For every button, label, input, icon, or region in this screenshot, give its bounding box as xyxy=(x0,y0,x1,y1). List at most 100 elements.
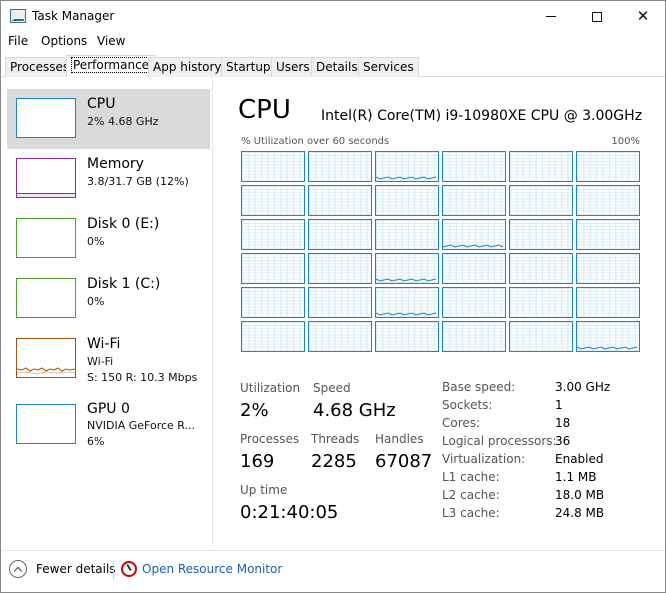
resource-detail-2: 6% xyxy=(87,435,105,448)
logical-processor-graph xyxy=(241,185,305,216)
logical-processor-graph xyxy=(241,321,305,352)
processor-activity-line xyxy=(376,312,437,316)
tab-services[interactable]: Services xyxy=(358,57,419,77)
disk-0-thumbnail-graph xyxy=(16,218,76,258)
logical-processor-graph xyxy=(308,321,372,352)
logical-processor-graph xyxy=(509,287,573,318)
utilization-graph-label: % Utilization over 60 seconds xyxy=(241,136,390,147)
logical-processor-graph xyxy=(509,219,573,250)
utilization-value: 2% xyxy=(240,400,269,421)
cpu-detail-panel: CPU Intel(R) Core(TM) i9-10980XE CPU @ 3… xyxy=(214,77,665,545)
processor-activity-line xyxy=(577,346,638,350)
logical-processor-graph xyxy=(576,219,640,250)
logical-processor-graph xyxy=(375,253,439,284)
footer-divider xyxy=(113,561,114,579)
handles-value: 67087 xyxy=(375,451,433,472)
menu-options[interactable]: Options xyxy=(41,34,87,48)
logical-processor-graph xyxy=(442,321,506,352)
gpu-thumbnail-graph xyxy=(16,404,76,444)
resource-wifi[interactable]: Wi-Fi Wi-Fi S: 150 R: 10.3 Mbps xyxy=(7,329,210,389)
utilization-graph-max: 100% xyxy=(611,136,640,147)
uptime-label: Up time xyxy=(240,483,288,497)
spec-label: Cores: xyxy=(442,416,481,430)
task-manager-window: Task Manager ✕ File Options View Process… xyxy=(0,0,666,593)
uptime-value: 0:21:40:05 xyxy=(240,502,339,523)
resource-monitor-icon[interactable] xyxy=(121,561,137,577)
resource-detail: 3.8/31.7 GB (12%) xyxy=(87,175,189,188)
logical-processor-graph xyxy=(576,151,640,182)
resource-detail: 2% 4.68 GHz xyxy=(87,115,159,128)
logical-processor-graph xyxy=(375,321,439,352)
tab-processes[interactable]: Processes xyxy=(5,57,75,77)
maximize-button[interactable] xyxy=(574,1,620,32)
close-icon: ✕ xyxy=(636,7,650,25)
resource-disk-1[interactable]: Disk 1 (C:) 0% xyxy=(7,269,210,329)
logical-processor-graph xyxy=(509,151,573,182)
resource-detail: Wi-Fi xyxy=(87,355,114,368)
logical-processor-graph xyxy=(308,219,372,250)
logical-processor-graph xyxy=(308,185,372,216)
tab-users[interactable]: Users xyxy=(271,57,315,77)
spec-value: Enabled xyxy=(555,452,604,466)
logical-processor-graph xyxy=(308,151,372,182)
handles-label: Handles xyxy=(375,432,424,446)
logical-processor-graph xyxy=(375,185,439,216)
tab-performance[interactable]: Performance xyxy=(66,55,157,77)
logical-processor-graph xyxy=(375,151,439,182)
logical-processor-graph xyxy=(576,287,640,318)
spec-label: Virtualization: xyxy=(442,452,526,466)
spec-value: 1 xyxy=(555,398,563,412)
footer: Fewer details Open Resource Monitor xyxy=(1,550,665,592)
speed-label: Speed xyxy=(313,381,351,395)
resource-gpu-0[interactable]: GPU 0 NVIDIA GeForce R... 6% xyxy=(7,395,210,455)
menu-view[interactable]: View xyxy=(97,34,125,48)
page-title: CPU xyxy=(238,95,291,125)
logical-processor-graph xyxy=(241,219,305,250)
spec-label: Base speed: xyxy=(442,380,516,394)
minimize-icon xyxy=(546,16,556,17)
logical-processor-graph xyxy=(241,253,305,284)
cpu-thumbnail-graph xyxy=(16,98,76,138)
resource-cpu[interactable]: CPU 2% 4.68 GHz xyxy=(7,89,210,149)
processor-activity-line xyxy=(376,176,437,180)
spec-value: 18 xyxy=(555,416,571,430)
resource-memory[interactable]: Memory 3.8/31.7 GB (12%) xyxy=(7,149,210,209)
logical-processor-graphs xyxy=(241,151,641,357)
logical-processor-graph xyxy=(442,253,506,284)
close-button[interactable]: ✕ xyxy=(620,1,666,32)
menu-file[interactable]: File xyxy=(8,34,28,48)
resource-title: CPU xyxy=(87,96,116,112)
menu-bar: File Options View xyxy=(1,32,665,53)
chevron-up-icon[interactable] xyxy=(9,560,27,578)
processes-value: 169 xyxy=(240,451,275,472)
minimize-button[interactable] xyxy=(528,1,574,32)
resource-detail: 0% xyxy=(87,295,105,308)
spec-label: Sockets: xyxy=(442,398,493,412)
fewer-details-button[interactable]: Fewer details xyxy=(36,562,116,576)
threads-value: 2285 xyxy=(311,451,357,472)
utilization-label: Utilization xyxy=(240,381,301,395)
logical-processor-graph xyxy=(509,253,573,284)
processor-activity-line xyxy=(443,244,504,248)
logical-processor-graph xyxy=(576,185,640,216)
spec-value: 3.00 GHz xyxy=(555,380,611,394)
spec-label: Logical processors: xyxy=(442,434,557,448)
resource-title: Disk 0 (E:) xyxy=(87,216,160,232)
tab-startup[interactable]: Startup xyxy=(221,57,276,77)
spec-value: 18.0 MB xyxy=(555,488,605,502)
spec-label: L3 cache: xyxy=(442,506,500,520)
spec-label: L1 cache: xyxy=(442,470,500,484)
logical-processor-graph xyxy=(442,151,506,182)
tab-details[interactable]: Details xyxy=(311,57,363,77)
speed-value: 4.68 GHz xyxy=(313,400,396,421)
window-title: Task Manager xyxy=(32,9,115,23)
wifi-thumbnail-graph xyxy=(16,338,76,378)
logical-processor-graph xyxy=(509,185,573,216)
resource-disk-0[interactable]: Disk 0 (E:) 0% xyxy=(7,209,210,269)
logical-processor-graph xyxy=(375,287,439,318)
memory-thumbnail-graph xyxy=(16,158,76,198)
open-resource-monitor-link[interactable]: Open Resource Monitor xyxy=(142,562,282,576)
logical-processor-graph xyxy=(442,219,506,250)
wifi-activity-line xyxy=(16,367,76,375)
tab-app-history[interactable]: App history xyxy=(148,57,227,77)
